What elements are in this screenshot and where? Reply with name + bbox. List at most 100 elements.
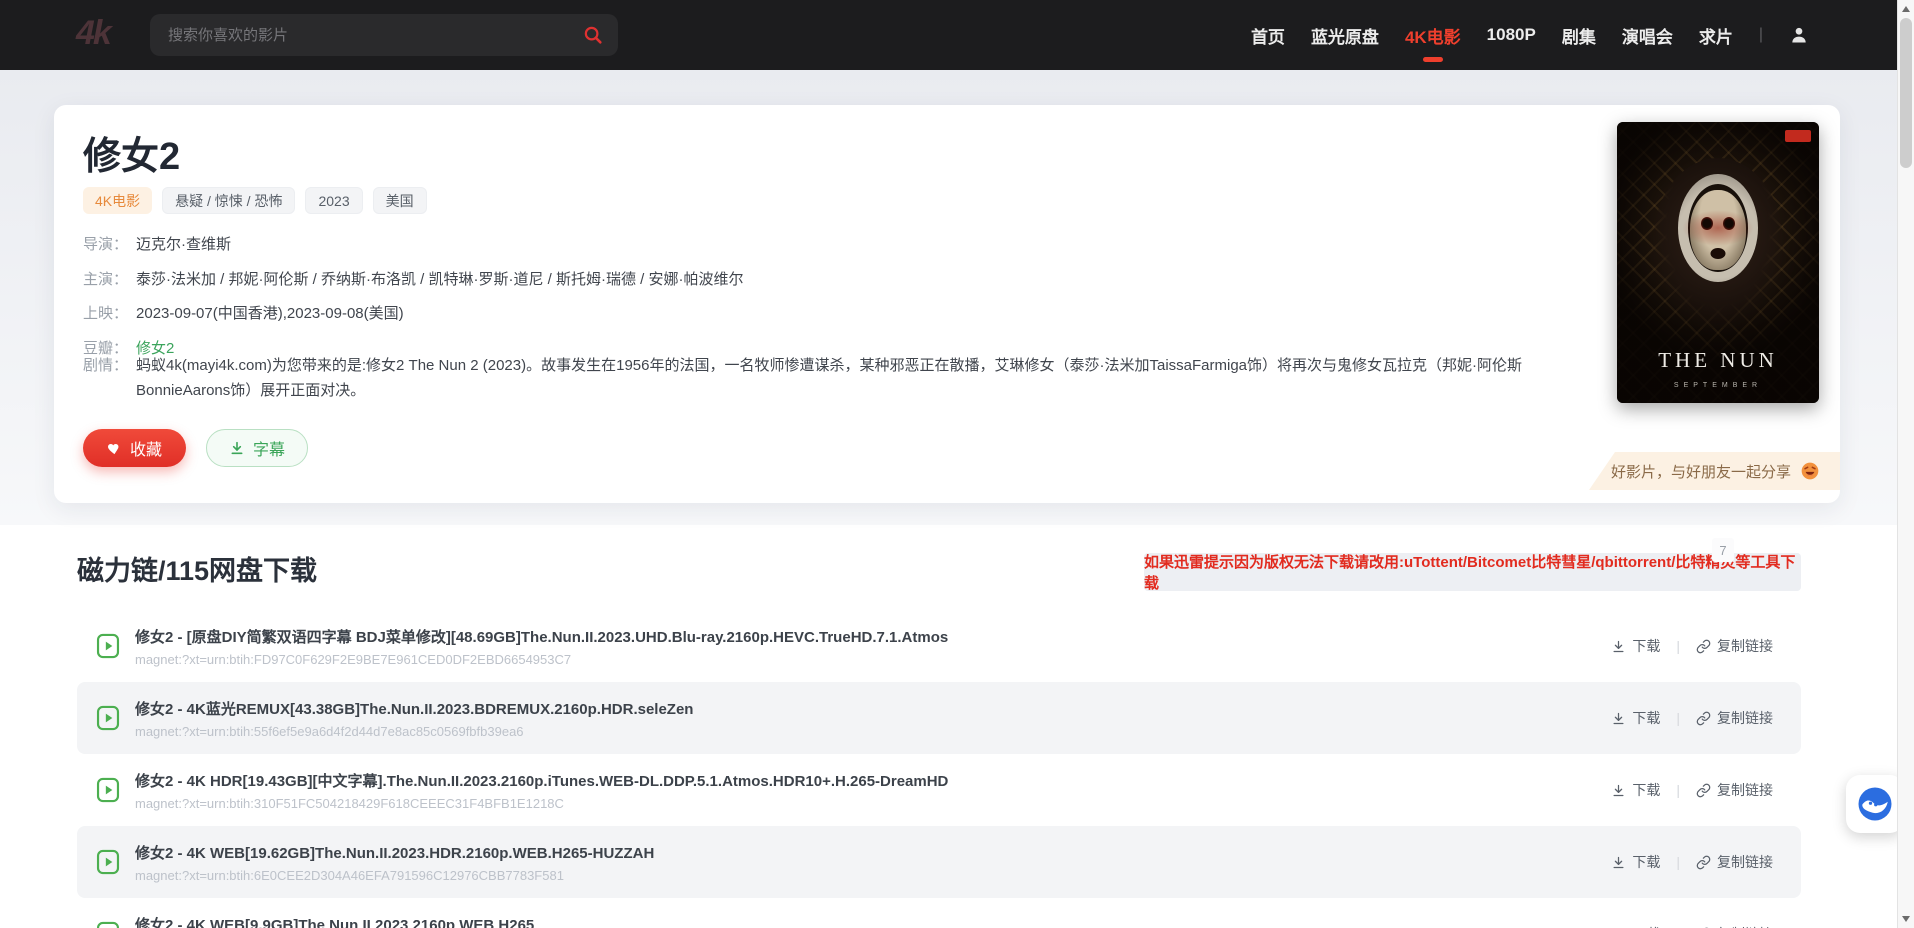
search-input[interactable] xyxy=(168,27,582,44)
action-row: 收藏 字幕 xyxy=(83,429,308,467)
nav-item-1080p[interactable]: 1080P xyxy=(1487,19,1536,51)
subtitle-button[interactable]: 字幕 xyxy=(206,429,308,467)
scrollbar-down-arrow[interactable] xyxy=(1902,916,1910,922)
download-title[interactable]: 修女2 - 4K WEB[9.9GB]The Nun II 2023 2160p… xyxy=(135,914,534,928)
movie-poster[interactable]: THE NUN SEPTEMBER xyxy=(1617,122,1819,403)
main-nav: 首页 蓝光原盘 4K电影 1080P 剧集 演唱会 求片 | xyxy=(1251,0,1809,70)
scrollbar-up-arrow[interactable] xyxy=(1902,6,1910,12)
director-row: 导演： 迈克尔·查维斯 xyxy=(83,233,744,254)
action-divider: | xyxy=(1676,638,1680,654)
link-icon xyxy=(1696,783,1711,798)
download-button-label: 下载 xyxy=(1632,636,1660,656)
nav-item-home[interactable]: 首页 xyxy=(1251,17,1285,54)
download-notice: 如果迅雷提示因为版权无法下载请改用:uTottent/Bitcomet比特彗星/… xyxy=(1144,553,1801,591)
nav-item-4k-movies[interactable]: 4K电影 xyxy=(1405,17,1461,54)
download-button-label: 下载 xyxy=(1632,852,1660,872)
download-icon xyxy=(229,440,245,456)
plot-label: 剧情： xyxy=(83,353,128,403)
download-title[interactable]: 修女2 - 4K HDR[19.43GB][中文字幕].The.Nun.II.2… xyxy=(135,770,948,791)
chat-widget-icon xyxy=(1857,786,1893,822)
subtitle-label: 字幕 xyxy=(253,436,285,460)
poster-date-text: SEPTEMBER xyxy=(1617,382,1819,389)
download-icon xyxy=(1611,639,1626,654)
copy-link-label: 复制链接 xyxy=(1717,924,1773,928)
director-value: 迈克尔·查维斯 xyxy=(136,233,231,254)
file-play-icon xyxy=(95,776,121,804)
tag-genres[interactable]: 悬疑 / 惊悚 / 恐怖 xyxy=(162,187,295,214)
download-title[interactable]: 修女2 - [原盘DIY简繁双语四字幕 BDJ菜单修改][48.69GB]The… xyxy=(135,626,948,647)
file-play-icon xyxy=(95,848,121,876)
download-button[interactable]: 下载 xyxy=(1611,924,1660,928)
share-banner[interactable]: 好影片，与好朋友一起分享 xyxy=(1589,452,1840,490)
download-icon xyxy=(1611,855,1626,870)
magnet-link[interactable]: magnet:?xt=urn:btih:FD97C0F629F2E9BE7E96… xyxy=(135,652,948,667)
copy-link-button[interactable]: 复制链接 xyxy=(1696,636,1773,656)
laugh-emoji-icon xyxy=(1800,461,1820,481)
download-texts: 修女2 - 4K HDR[19.43GB][中文字幕].The.Nun.II.2… xyxy=(135,770,948,811)
row-actions: 下载 | 复制链接 xyxy=(1611,852,1773,872)
download-texts: 修女2 - [原盘DIY简繁双语四字幕 BDJ菜单修改][48.69GB]The… xyxy=(135,626,948,667)
plot-row: 剧情： 蚂蚁4k(mayi4k.com)为您带来的是:修女2 The Nun 2… xyxy=(83,353,1593,403)
favorite-button[interactable]: 收藏 xyxy=(83,429,186,467)
movie-title: 修女2 xyxy=(83,125,180,180)
nav-item-series[interactable]: 剧集 xyxy=(1562,17,1596,54)
search-icon[interactable] xyxy=(582,24,604,46)
download-button-label: 下载 xyxy=(1632,780,1660,800)
action-divider: | xyxy=(1676,710,1680,726)
magnet-link[interactable]: magnet:?xt=urn:btih:310F51FC504218429F61… xyxy=(135,796,948,811)
tag-year[interactable]: 2023 xyxy=(305,187,362,214)
link-icon xyxy=(1696,639,1711,654)
action-divider: | xyxy=(1676,854,1680,870)
release-label: 上映： xyxy=(83,302,128,323)
row-actions: 下载 | 复制链接 xyxy=(1611,636,1773,656)
download-section-title: 磁力链/115网盘下载 xyxy=(77,549,317,588)
cast-value: 泰莎·法米加 / 邦妮·阿伦斯 / 乔纳斯·布洛凯 / 凯特琳·罗斯·道尼 / … xyxy=(136,268,743,289)
site-logo[interactable]: 4k xyxy=(76,14,110,53)
download-button[interactable]: 下载 xyxy=(1611,852,1660,872)
download-button[interactable]: 下载 xyxy=(1611,780,1660,800)
movie-detail-card: 修女2 4K电影 悬疑 / 惊悚 / 恐怖 2023 美国 导演： 迈克尔·查维… xyxy=(54,105,1840,503)
release-row: 上映： 2023-09-07(中国香港),2023-09-08(美国) xyxy=(83,302,744,323)
copy-link-button[interactable]: 复制链接 xyxy=(1696,924,1773,928)
copy-link-label: 复制链接 xyxy=(1717,636,1773,656)
download-row: 修女2 - 4K HDR[19.43GB][中文字幕].The.Nun.II.2… xyxy=(77,754,1801,826)
download-button-label: 下载 xyxy=(1632,924,1660,928)
nav-item-concert[interactable]: 演唱会 xyxy=(1622,17,1673,54)
download-button[interactable]: 下载 xyxy=(1611,636,1660,656)
file-play-icon xyxy=(95,920,121,928)
copy-link-label: 复制链接 xyxy=(1717,852,1773,872)
magnet-link[interactable]: magnet:?xt=urn:btih:6E0CEE2D304A46EFA791… xyxy=(135,868,654,883)
copy-link-button[interactable]: 复制链接 xyxy=(1696,852,1773,872)
download-button-label: 下载 xyxy=(1632,708,1660,728)
copy-link-button[interactable]: 复制链接 xyxy=(1696,708,1773,728)
share-banner-text: 好影片，与好朋友一起分享 xyxy=(1611,461,1791,482)
download-list: 修女2 - [原盘DIY简繁双语四字幕 BDJ菜单修改][48.69GB]The… xyxy=(77,610,1801,928)
download-title[interactable]: 修女2 - 4K WEB[19.62GB]The.Nun.II.2023.HDR… xyxy=(135,842,654,863)
widget-counter-badge: 7 xyxy=(1712,538,1734,562)
page-scrollbar[interactable] xyxy=(1897,0,1914,928)
cast-label: 主演： xyxy=(83,268,128,289)
link-icon xyxy=(1696,711,1711,726)
release-value: 2023-09-07(中国香港),2023-09-08(美国) xyxy=(136,302,404,323)
download-title[interactable]: 修女2 - 4K蓝光REMUX[43.38GB]The.Nun.II.2023.… xyxy=(135,698,693,719)
copy-link-button[interactable]: 复制链接 xyxy=(1696,780,1773,800)
download-icon xyxy=(1611,783,1626,798)
tag-region[interactable]: 美国 xyxy=(373,187,427,214)
search-bar[interactable] xyxy=(150,14,618,56)
chat-widget-button[interactable] xyxy=(1846,775,1904,833)
nav-item-bluray[interactable]: 蓝光原盘 xyxy=(1311,17,1379,54)
plot-text: 蚂蚁4k(mayi4k.com)为您带来的是:修女2 The Nun 2 (20… xyxy=(136,353,1593,403)
nav-item-request[interactable]: 求片 xyxy=(1699,17,1733,54)
poster-studio-logo xyxy=(1785,130,1811,142)
file-play-icon xyxy=(95,632,121,660)
download-button[interactable]: 下载 xyxy=(1611,708,1660,728)
user-icon[interactable] xyxy=(1789,25,1809,45)
cast-row: 主演： 泰莎·法米加 / 邦妮·阿伦斯 / 乔纳斯·布洛凯 / 凯特琳·罗斯·道… xyxy=(83,268,744,289)
magnet-link[interactable]: magnet:?xt=urn:btih:55f6ef5e9a6d4f2d44d7… xyxy=(135,724,693,739)
download-row: 修女2 - [原盘DIY简繁双语四字幕 BDJ菜单修改][48.69GB]The… xyxy=(77,610,1801,682)
download-texts: 修女2 - 4K WEB[19.62GB]The.Nun.II.2023.HDR… xyxy=(135,842,654,883)
tag-row: 4K电影 悬疑 / 惊悚 / 恐怖 2023 美国 xyxy=(83,187,427,214)
scrollbar-thumb[interactable] xyxy=(1900,18,1912,168)
tag-category[interactable]: 4K电影 xyxy=(83,187,152,214)
file-play-icon xyxy=(95,704,121,732)
